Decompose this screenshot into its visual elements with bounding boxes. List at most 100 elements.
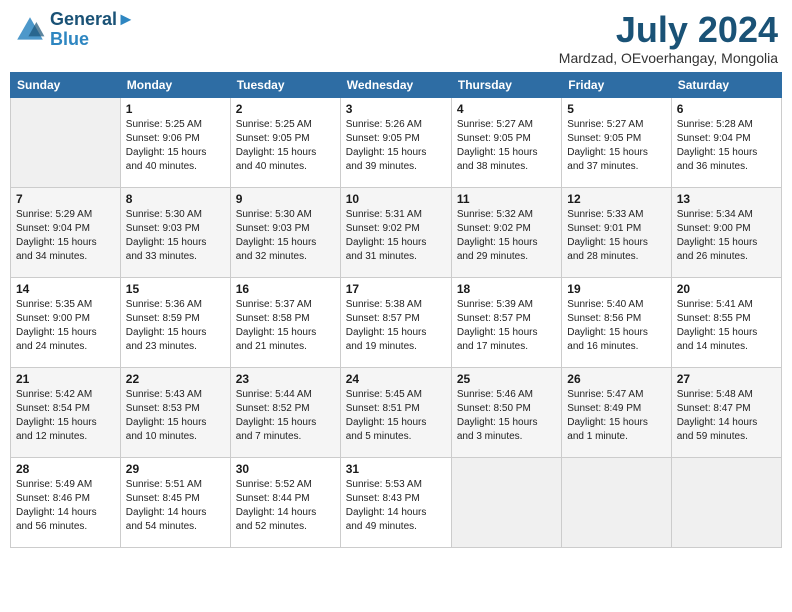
day-info: Sunrise: 5:32 AMSunset: 9:02 PMDaylight:… <box>457 208 556 264</box>
calendar-cell: 31 Sunrise: 5:53 AMSunset: 8:43 PMDaylig… <box>340 457 451 547</box>
weekday-header: Sunday <box>11 72 121 97</box>
calendar-cell: 9 Sunrise: 5:30 AMSunset: 9:03 PMDayligh… <box>230 187 340 277</box>
day-info: Sunrise: 5:25 AMSunset: 9:06 PMDaylight:… <box>126 118 225 174</box>
calendar-cell: 24 Sunrise: 5:45 AMSunset: 8:51 PMDaylig… <box>340 367 451 457</box>
day-info: Sunrise: 5:31 AMSunset: 9:02 PMDaylight:… <box>346 208 446 264</box>
calendar-cell: 19 Sunrise: 5:40 AMSunset: 8:56 PMDaylig… <box>562 277 671 367</box>
calendar-cell: 25 Sunrise: 5:46 AMSunset: 8:50 PMDaylig… <box>451 367 561 457</box>
day-info: Sunrise: 5:49 AMSunset: 8:46 PMDaylight:… <box>16 478 115 534</box>
day-info: Sunrise: 5:34 AMSunset: 9:00 PMDaylight:… <box>677 208 776 264</box>
day-info: Sunrise: 5:39 AMSunset: 8:57 PMDaylight:… <box>457 298 556 354</box>
calendar-cell: 20 Sunrise: 5:41 AMSunset: 8:55 PMDaylig… <box>671 277 781 367</box>
calendar-cell <box>451 457 561 547</box>
day-number: 22 <box>126 372 225 386</box>
day-number: 4 <box>457 102 556 116</box>
day-number: 31 <box>346 462 446 476</box>
calendar-table: SundayMondayTuesdayWednesdayThursdayFrid… <box>10 72 782 548</box>
logo-icon <box>14 14 46 46</box>
calendar-cell <box>562 457 671 547</box>
calendar-cell: 8 Sunrise: 5:30 AMSunset: 9:03 PMDayligh… <box>120 187 230 277</box>
calendar-cell: 27 Sunrise: 5:48 AMSunset: 8:47 PMDaylig… <box>671 367 781 457</box>
day-info: Sunrise: 5:42 AMSunset: 8:54 PMDaylight:… <box>16 388 115 444</box>
day-info: Sunrise: 5:40 AMSunset: 8:56 PMDaylight:… <box>567 298 665 354</box>
month-title: July 2024 <box>559 10 778 50</box>
calendar-week-row: 21 Sunrise: 5:42 AMSunset: 8:54 PMDaylig… <box>11 367 782 457</box>
day-number: 9 <box>236 192 335 206</box>
day-info: Sunrise: 5:37 AMSunset: 8:58 PMDaylight:… <box>236 298 335 354</box>
day-info: Sunrise: 5:30 AMSunset: 9:03 PMDaylight:… <box>236 208 335 264</box>
day-info: Sunrise: 5:33 AMSunset: 9:01 PMDaylight:… <box>567 208 665 264</box>
day-info: Sunrise: 5:29 AMSunset: 9:04 PMDaylight:… <box>16 208 115 264</box>
calendar-cell: 22 Sunrise: 5:43 AMSunset: 8:53 PMDaylig… <box>120 367 230 457</box>
day-info: Sunrise: 5:30 AMSunset: 9:03 PMDaylight:… <box>126 208 225 264</box>
weekday-header: Monday <box>120 72 230 97</box>
calendar-week-row: 1 Sunrise: 5:25 AMSunset: 9:06 PMDayligh… <box>11 97 782 187</box>
day-number: 2 <box>236 102 335 116</box>
weekday-header: Tuesday <box>230 72 340 97</box>
calendar-cell: 16 Sunrise: 5:37 AMSunset: 8:58 PMDaylig… <box>230 277 340 367</box>
calendar-cell <box>11 97 121 187</box>
calendar-cell: 29 Sunrise: 5:51 AMSunset: 8:45 PMDaylig… <box>120 457 230 547</box>
day-info: Sunrise: 5:52 AMSunset: 8:44 PMDaylight:… <box>236 478 335 534</box>
day-number: 14 <box>16 282 115 296</box>
day-info: Sunrise: 5:25 AMSunset: 9:05 PMDaylight:… <box>236 118 335 174</box>
calendar-cell: 3 Sunrise: 5:26 AMSunset: 9:05 PMDayligh… <box>340 97 451 187</box>
day-number: 28 <box>16 462 115 476</box>
calendar-cell: 1 Sunrise: 5:25 AMSunset: 9:06 PMDayligh… <box>120 97 230 187</box>
day-number: 23 <box>236 372 335 386</box>
calendar-week-row: 14 Sunrise: 5:35 AMSunset: 9:00 PMDaylig… <box>11 277 782 367</box>
calendar-cell: 14 Sunrise: 5:35 AMSunset: 9:00 PMDaylig… <box>11 277 121 367</box>
day-number: 7 <box>16 192 115 206</box>
day-info: Sunrise: 5:47 AMSunset: 8:49 PMDaylight:… <box>567 388 665 444</box>
day-number: 15 <box>126 282 225 296</box>
day-number: 1 <box>126 102 225 116</box>
day-number: 8 <box>126 192 225 206</box>
day-number: 25 <box>457 372 556 386</box>
location: Mardzad, OEvoerhangay, Mongolia <box>559 50 778 66</box>
day-number: 21 <box>16 372 115 386</box>
day-number: 11 <box>457 192 556 206</box>
calendar-cell: 10 Sunrise: 5:31 AMSunset: 9:02 PMDaylig… <box>340 187 451 277</box>
calendar-cell: 30 Sunrise: 5:52 AMSunset: 8:44 PMDaylig… <box>230 457 340 547</box>
calendar-cell: 13 Sunrise: 5:34 AMSunset: 9:00 PMDaylig… <box>671 187 781 277</box>
day-number: 29 <box>126 462 225 476</box>
day-info: Sunrise: 5:45 AMSunset: 8:51 PMDaylight:… <box>346 388 446 444</box>
day-info: Sunrise: 5:27 AMSunset: 9:05 PMDaylight:… <box>567 118 665 174</box>
calendar-cell: 15 Sunrise: 5:36 AMSunset: 8:59 PMDaylig… <box>120 277 230 367</box>
calendar-cell: 23 Sunrise: 5:44 AMSunset: 8:52 PMDaylig… <box>230 367 340 457</box>
day-info: Sunrise: 5:44 AMSunset: 8:52 PMDaylight:… <box>236 388 335 444</box>
weekday-header-row: SundayMondayTuesdayWednesdayThursdayFrid… <box>11 72 782 97</box>
day-number: 12 <box>567 192 665 206</box>
title-block: July 2024 Mardzad, OEvoerhangay, Mongoli… <box>559 10 778 66</box>
calendar-cell <box>671 457 781 547</box>
day-number: 16 <box>236 282 335 296</box>
day-info: Sunrise: 5:53 AMSunset: 8:43 PMDaylight:… <box>346 478 446 534</box>
day-number: 6 <box>677 102 776 116</box>
calendar-cell: 6 Sunrise: 5:28 AMSunset: 9:04 PMDayligh… <box>671 97 781 187</box>
day-info: Sunrise: 5:27 AMSunset: 9:05 PMDaylight:… <box>457 118 556 174</box>
calendar-cell: 26 Sunrise: 5:47 AMSunset: 8:49 PMDaylig… <box>562 367 671 457</box>
day-number: 26 <box>567 372 665 386</box>
calendar-cell: 5 Sunrise: 5:27 AMSunset: 9:05 PMDayligh… <box>562 97 671 187</box>
page-header: General► Blue July 2024 Mardzad, OEvoerh… <box>10 10 782 66</box>
day-number: 3 <box>346 102 446 116</box>
day-info: Sunrise: 5:51 AMSunset: 8:45 PMDaylight:… <box>126 478 225 534</box>
day-info: Sunrise: 5:46 AMSunset: 8:50 PMDaylight:… <box>457 388 556 444</box>
day-number: 10 <box>346 192 446 206</box>
calendar-cell: 18 Sunrise: 5:39 AMSunset: 8:57 PMDaylig… <box>451 277 561 367</box>
day-number: 13 <box>677 192 776 206</box>
calendar-week-row: 7 Sunrise: 5:29 AMSunset: 9:04 PMDayligh… <box>11 187 782 277</box>
day-number: 5 <box>567 102 665 116</box>
calendar-cell: 21 Sunrise: 5:42 AMSunset: 8:54 PMDaylig… <box>11 367 121 457</box>
day-number: 20 <box>677 282 776 296</box>
logo-text: General► Blue <box>50 10 135 50</box>
calendar-cell: 7 Sunrise: 5:29 AMSunset: 9:04 PMDayligh… <box>11 187 121 277</box>
calendar-cell: 12 Sunrise: 5:33 AMSunset: 9:01 PMDaylig… <box>562 187 671 277</box>
day-info: Sunrise: 5:48 AMSunset: 8:47 PMDaylight:… <box>677 388 776 444</box>
day-info: Sunrise: 5:43 AMSunset: 8:53 PMDaylight:… <box>126 388 225 444</box>
calendar-cell: 11 Sunrise: 5:32 AMSunset: 9:02 PMDaylig… <box>451 187 561 277</box>
day-info: Sunrise: 5:28 AMSunset: 9:04 PMDaylight:… <box>677 118 776 174</box>
weekday-header: Thursday <box>451 72 561 97</box>
day-number: 24 <box>346 372 446 386</box>
weekday-header: Wednesday <box>340 72 451 97</box>
